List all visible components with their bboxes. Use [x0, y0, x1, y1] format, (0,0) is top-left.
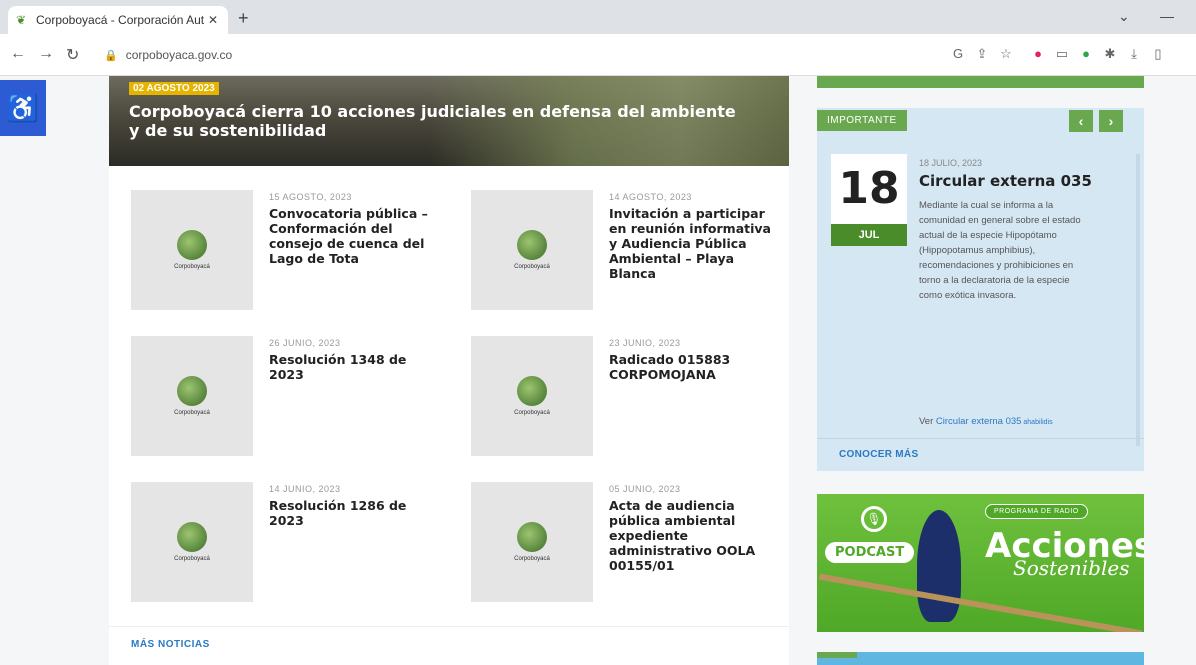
news-thumbnail[interactable]: Corpoboyacá	[471, 482, 593, 602]
news-item[interactable]: Corpoboyacá 26 JUNIO, 2023 Resolución 13…	[131, 336, 431, 456]
next-arrow-button[interactable]: ›	[1099, 110, 1123, 132]
widget-scrollbar[interactable]	[1136, 154, 1140, 446]
hero-title[interactable]: Corpoboyacá cierra 10 acciones judiciale…	[129, 102, 749, 140]
important-widget: IMPORTANTE ‹ › 18 JUL 18 JULIO, 2023 Cir…	[817, 108, 1144, 471]
hero-date: 02 AGOSTO 2023	[129, 82, 219, 95]
tab-title: Corpoboyacá - Corporación Aut	[36, 13, 205, 27]
news-item[interactable]: Corpoboyacá 23 JUNIO, 2023 Radicado 0158…	[471, 336, 771, 456]
browser-toolbar: ← → ↻ 🔒 corpoboyaca.gov.co G ⇪ ☆ ● ▭ ● ✱…	[0, 34, 1196, 76]
extension-green-check-icon[interactable]: ●	[1078, 46, 1094, 62]
prev-arrow-button[interactable]: ‹	[1069, 110, 1093, 132]
news-date: 14 JUNIO, 2023	[269, 484, 341, 494]
news-date: 26 JUNIO, 2023	[269, 338, 341, 348]
browser-tab[interactable]: ❦ Corpoboyacá - Corporación Aut ✕	[8, 6, 228, 34]
news-thumbnail[interactable]: Corpoboyacá	[131, 482, 253, 602]
corpoboyaca-logo-icon	[177, 230, 207, 260]
podcast-subtitle: Sostenibles	[1013, 556, 1130, 580]
news-item[interactable]: Corpoboyacá 14 AGOSTO, 2023 Invitación a…	[471, 190, 771, 310]
podcast-badge: PODCAST	[825, 542, 915, 563]
logo-text: Corpoboyacá	[174, 264, 210, 270]
reload-icon[interactable]: ↻	[66, 45, 79, 65]
post-link-line: Ver Circular externa 035 ahabilidis	[919, 416, 1053, 427]
news-title[interactable]: Resolución 1286 de 2023	[269, 498, 434, 528]
news-date: 23 JUNIO, 2023	[609, 338, 681, 348]
logo-text: Corpoboyacá	[514, 556, 550, 562]
corpoboyaca-logo-icon	[517, 376, 547, 406]
date-month: JUL	[831, 224, 907, 246]
logo-text: Corpoboyacá	[174, 410, 210, 416]
news-title[interactable]: Radicado 015883 CORPOMOJANA	[609, 352, 774, 382]
google-icon[interactable]: G	[950, 46, 966, 62]
news-item[interactable]: Corpoboyacá 05 JUNIO, 2023 Acta de audie…	[471, 482, 771, 602]
web-page: ♿ 02 AGOSTO 2023 Corpoboyacá cierra 10 a…	[0, 76, 1196, 665]
side-panel-icon[interactable]: ▯	[1150, 46, 1166, 62]
branch-image	[818, 573, 1143, 632]
extensions-puzzle-icon[interactable]: ✱	[1102, 46, 1118, 62]
download-icon[interactable]: ⤓	[1126, 46, 1142, 62]
news-item[interactable]: Corpoboyacá 15 AGOSTO, 2023 Convocatoria…	[131, 190, 431, 310]
microphone-icon: 🎙	[861, 506, 887, 532]
site-favicon-icon: ❦	[16, 13, 27, 27]
news-column: 02 AGOSTO 2023 Corpoboyacá cierra 10 acc…	[109, 76, 789, 665]
news-item[interactable]: Corpoboyacá 14 JUNIO, 2023 Resolución 12…	[131, 482, 431, 602]
news-date: 14 AGOSTO, 2023	[609, 192, 692, 202]
important-label: IMPORTANTE	[817, 110, 907, 131]
news-thumbnail[interactable]: Corpoboyacá	[471, 336, 593, 456]
news-title[interactable]: Acta de audiencia pública ambiental expe…	[609, 498, 774, 573]
extension-red-icon[interactable]: ●	[1030, 46, 1046, 62]
corpoboyaca-logo-icon	[517, 522, 547, 552]
news-thumbnail[interactable]: Corpoboyacá	[131, 336, 253, 456]
lock-icon[interactable]: 🔒	[104, 49, 118, 62]
news-title[interactable]: Convocatoria pública – Conformación del …	[269, 206, 434, 266]
corpoboyaca-logo-icon	[177, 376, 207, 406]
next-banner[interactable]	[817, 652, 1144, 665]
news-title[interactable]: Invitación a participar en reunión infor…	[609, 206, 774, 281]
bookmark-star-icon[interactable]: ☆	[998, 46, 1014, 62]
post-title[interactable]: Circular externa 035	[919, 172, 1092, 190]
conocer-mas-link[interactable]: CONOCER MÁS	[817, 438, 1144, 471]
new-tab-button[interactable]: +	[238, 8, 249, 29]
address-bar[interactable]: 🔒 corpoboyaca.gov.co	[104, 41, 924, 69]
logo-text: Corpoboyacá	[514, 264, 550, 270]
link-suffix: ahabilidis	[1021, 419, 1053, 426]
post-date: 18 JULIO, 2023	[919, 158, 983, 168]
url-text: corpoboyaca.gov.co	[125, 48, 233, 62]
date-badge: 18 JUL	[831, 154, 907, 246]
logo-text: Corpoboyacá	[514, 410, 550, 416]
radio-program-label: PROGRAMA DE RADIO	[985, 504, 1088, 519]
tab-search-chevron-icon[interactable]: ⌄	[1118, 8, 1130, 25]
corpoboyaca-logo-icon	[517, 230, 547, 260]
accessibility-icon[interactable]: ♿	[0, 80, 46, 136]
corpoboyaca-logo-icon	[177, 522, 207, 552]
tab-bar: ❦ Corpoboyacá - Corporación Aut ✕ + ⌄ —	[0, 0, 1196, 34]
minimize-button[interactable]: —	[1160, 8, 1174, 24]
divider	[109, 626, 789, 627]
date-day: 18	[838, 163, 900, 214]
post-body: Mediante la cual se informa a la comunid…	[919, 200, 1081, 301]
circular-link[interactable]: Circular externa 035	[936, 416, 1022, 427]
hummingbird-image	[917, 510, 961, 622]
news-thumbnail[interactable]: Corpoboyacá	[131, 190, 253, 310]
extension-mail-icon[interactable]: ▭	[1054, 46, 1070, 62]
important-post: 18 JUL 18 JULIO, 2023 Circular externa 0…	[823, 154, 1127, 446]
link-prefix: Ver	[919, 416, 936, 427]
banner-accent	[817, 652, 857, 658]
news-date: 05 JUNIO, 2023	[609, 484, 681, 494]
forward-arrow-icon[interactable]: →	[38, 45, 54, 63]
news-thumbnail[interactable]: Corpoboyacá	[471, 190, 593, 310]
share-icon[interactable]: ⇪	[974, 46, 990, 62]
back-arrow-icon[interactable]: ←	[10, 45, 26, 63]
close-tab-icon[interactable]: ✕	[206, 13, 220, 27]
podcast-banner[interactable]: 🎙 PODCAST PROGRAMA DE RADIO Acciones Sos…	[817, 494, 1144, 632]
more-news-link[interactable]: MÁS NOTICIAS	[131, 639, 210, 650]
logo-text: Corpoboyacá	[174, 556, 210, 562]
sidebar-top-bar	[817, 76, 1144, 88]
news-title[interactable]: Resolución 1348 de 2023	[269, 352, 434, 382]
news-date: 15 AGOSTO, 2023	[269, 192, 352, 202]
featured-news[interactable]: 02 AGOSTO 2023 Corpoboyacá cierra 10 acc…	[109, 76, 789, 166]
